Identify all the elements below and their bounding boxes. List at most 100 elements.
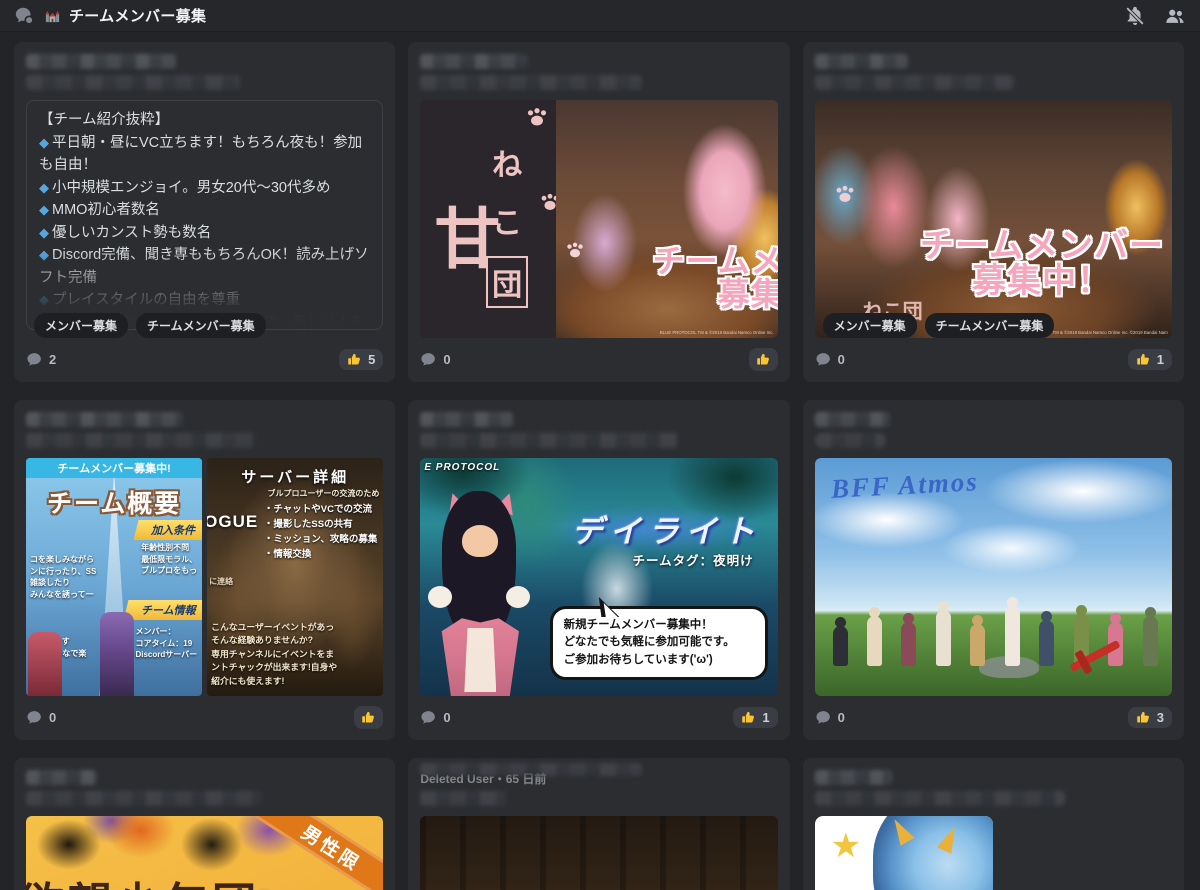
redacted-post-author <box>420 791 507 806</box>
channel-title: チームメンバー募集 <box>69 8 207 25</box>
redacted-post-title <box>26 54 177 69</box>
castle-emoji-icon <box>44 7 61 24</box>
comment-count: 0 <box>26 709 56 726</box>
forum-post-card[interactable]: E PROTOCOL デイライト チームタグ：夜明け 新規チームメンバー募集中！… <box>408 400 790 740</box>
forum-post-card[interactable]: ねこ団 チームメンバー 募集中！ BLUE PROTOCOL TM & ©201… <box>802 42 1184 382</box>
diamond-bullet-icon: ◆ <box>39 179 49 195</box>
amanekodan-logo-panel: 甘 ね こ 団 <box>420 100 559 338</box>
tag-team-member-recruit[interactable]: チームメンバー募集 <box>924 313 1055 338</box>
server-details-image: サーバー詳細 ブルプロユーザーの交流のため ・チャットやVCでの交流 ・撮影した… <box>207 458 384 696</box>
forum-post-grid: 【チーム紹介抜粋】 ◆ 平日朝・昼にVC立ちます！もちろん夜も！参加も自由！ ◆ 小… <box>0 32 1200 890</box>
forum-post-card[interactable]: 欲望少年団 男性限 <box>14 758 396 890</box>
recruit-overlay-text: チームメ 募集 <box>652 242 778 313</box>
diamond-bullet-icon: ◆ <box>39 247 49 262</box>
thumbsup-icon <box>362 711 375 722</box>
excerpt-line: ◆ Discord完備、聞き専ももちろんOK！読み上げソフト完備 <box>39 247 369 286</box>
bar-scene-image: チームメ 募集 BLUE PROTOCOL TM & ©2019 Bandai … <box>556 100 778 338</box>
team-info-ribbon: チーム情報 <box>123 600 203 620</box>
redacted-post-title <box>26 412 184 427</box>
thumbsup-icon <box>1137 353 1149 364</box>
redacted-overlay <box>420 763 642 776</box>
thumbsup-reaction[interactable]: 5 <box>339 348 384 370</box>
thumbsup-reaction[interactable]: 1 <box>1127 348 1172 370</box>
notifications-off-icon[interactable] <box>1124 5 1146 27</box>
post-image: BFF Atmos <box>814 458 1172 696</box>
join-conditions-ribbon: 加入条件 <box>133 520 203 540</box>
forum-post-card[interactable]: ★ Tuber <box>802 758 1184 890</box>
thumbsup-reaction[interactable]: 3 <box>1127 706 1172 728</box>
post-image <box>420 816 778 890</box>
tavern-scene-image <box>420 816 778 890</box>
comment-bubble-icon <box>421 352 436 366</box>
team-overview-image: チームメンバー募集中! チーム概要 加入条件 チーム情報 コを楽しみながら ンに… <box>26 458 203 696</box>
thumbsup-icon <box>742 711 755 722</box>
blue-protocol-logo: E PROTOCOL <box>424 462 501 473</box>
tag-team-member-recruit[interactable]: チームメンバー募集 <box>136 313 266 338</box>
comment-count: 2 <box>26 351 56 368</box>
thumbsup-icon <box>348 353 361 364</box>
diamond-bullet-icon: ◆ <box>39 202 49 217</box>
comment-count: 0 <box>420 709 451 726</box>
recruit-overlay-text: チームメンバー 募集中！ <box>920 226 1164 301</box>
comment-bubble-icon <box>27 352 41 366</box>
tag-member-recruit[interactable]: メンバー募集 <box>34 313 129 338</box>
redacted-post-title <box>420 412 514 427</box>
server-details-title: サーバー詳細 <box>241 469 350 486</box>
comment-count: 0 <box>815 351 845 368</box>
diamond-bullet-icon: ◆ <box>39 224 49 240</box>
redacted-post-author <box>26 75 241 90</box>
vtuber-thumbnail: ★ Tuber <box>814 816 994 890</box>
redacted-post-title <box>814 412 890 427</box>
team-tag-line: チームタグ：夜明け <box>632 554 754 568</box>
excerpt-line: ◆ 小中規模エンジョイ。男女20代〜30代多め <box>39 179 331 196</box>
redacted-post-author <box>26 791 262 806</box>
forum-post-card[interactable]: BFF Atmos 0 3 <box>802 400 1184 740</box>
post-images: チームメンバー募集中! チーム概要 加入条件 チーム情報 コを楽しみながら ンに… <box>26 458 384 696</box>
redacted-post-author <box>420 75 642 90</box>
post-image: ねこ団 チームメンバー 募集中！ BLUE PROTOCOL TM & ©201… <box>814 100 1172 338</box>
redacted-post-author <box>814 433 887 448</box>
server-description: こんなユーザーイベントがあっ そんな経験ありませんか? 専用チャンネルにイベント… <box>211 621 338 686</box>
paw-icon <box>564 241 586 266</box>
redacted-post-title <box>420 54 528 69</box>
character-group <box>832 597 1158 666</box>
redacted-post-author <box>26 433 255 448</box>
redacted-post-title <box>26 770 98 785</box>
excerpt-line: ◆ 平日朝・昼にVC立ちます！もちろん夜も！参加も自由！ <box>39 134 363 174</box>
forum-post-card[interactable]: Deleted User・65 日前 <box>408 758 790 890</box>
forum-post-card[interactable]: 【チーム紹介抜粋】 ◆ 平日朝・昼にVC立ちます！もちろん夜も！参加も自由！ ◆ 小… <box>14 42 396 382</box>
thumbsup-reaction[interactable] <box>354 705 384 729</box>
comment-bubble-icon <box>421 710 436 724</box>
speech-bubble: 新規チームメンバー募集中！ どなたでも気軽に参加可能です。 ご参加お待ちしていま… <box>549 605 768 680</box>
member-list-icon[interactable] <box>1164 5 1186 27</box>
redacted-post-title <box>814 770 894 785</box>
tag-member-recruit[interactable]: メンバー募集 <box>822 313 917 338</box>
comment-count: 0 <box>420 351 451 368</box>
redacted-post-author <box>814 791 1065 806</box>
forum-post-card[interactable]: チームメンバー募集中! チーム概要 加入条件 チーム情報 コを楽しみながら ンに… <box>14 400 396 740</box>
diamond-bullet-icon: ◆ <box>39 134 49 150</box>
post-image: E PROTOCOL デイライト チームタグ：夜明け 新規チームメンバー募集中！… <box>420 458 778 696</box>
thumbsup-reaction[interactable] <box>748 347 778 371</box>
team-name-yokubou: 欲望少年団 <box>26 868 260 890</box>
team-name-daylight: デイライト <box>571 514 762 549</box>
channel-header: チームメンバー募集 <box>0 0 1200 32</box>
server-feature-list: ・チャットやVCでの交流 ・撮影したSSの共有 ・ミッション、攻略の募集 ・情報… <box>263 504 378 560</box>
star-icon: ★ <box>830 827 862 865</box>
forum-post-card[interactable]: 甘 ね こ 団 チームメ 募集 BLUE PROTOCOL TM & ©2019… <box>408 42 790 382</box>
thumbsup-icon <box>756 353 769 364</box>
excerpt-line: ◆ MMO初心者数名 <box>39 202 160 218</box>
comment-bubble-icon <box>27 710 41 724</box>
comment-count: 0 <box>815 709 845 726</box>
excerpt-line: ◆ プレイスタイルの自由を尊重 <box>39 292 241 308</box>
comment-bubble-icon <box>816 352 830 366</box>
logo-nekodan-vertical: ね こ 団 <box>486 140 529 308</box>
thumbsup-reaction[interactable]: 1 <box>733 706 778 728</box>
post-image: 欲望少年団 男性限 <box>26 816 384 890</box>
recruit-banner: チームメンバー募集中! <box>26 458 203 478</box>
team-overview-title: チーム概要 <box>46 490 182 518</box>
forum-channel-icon <box>14 5 36 27</box>
paw-icon <box>833 184 857 211</box>
diamond-bullet-icon: ◆ <box>39 292 49 307</box>
redacted-post-author <box>814 75 1015 90</box>
